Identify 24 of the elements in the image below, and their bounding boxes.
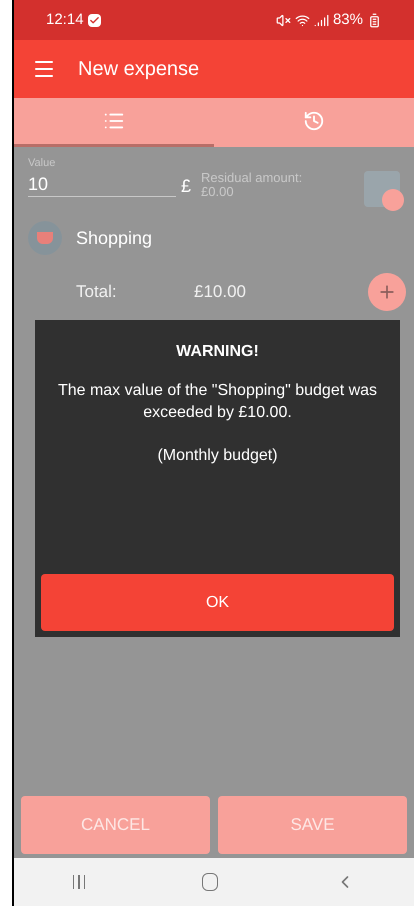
notification-check-icon	[88, 14, 101, 26]
ok-button[interactable]: OK	[41, 574, 394, 631]
history-icon	[303, 110, 325, 132]
dialog-title: WARNING!	[176, 342, 259, 362]
cancel-button[interactable]: CANCEL	[21, 796, 210, 854]
total-label: Total:	[76, 281, 118, 304]
save-button[interactable]: SAVE	[218, 796, 407, 854]
wifi-icon	[294, 12, 310, 28]
value-text: 10	[28, 172, 50, 196]
currency-symbol: £	[181, 175, 192, 198]
toolbar-title: New expense	[78, 57, 200, 82]
status-time: 12:14	[46, 10, 84, 30]
battery-percent: 83%	[332, 10, 363, 30]
dialog-note: (Monthly budget)	[157, 446, 278, 466]
home-icon[interactable]	[202, 873, 218, 891]
recent-apps-icon[interactable]	[72, 875, 86, 889]
add-button[interactable]	[368, 273, 406, 311]
dialog-message: The max value of the "Shopping" budget was exceeded by £10.00.	[56, 381, 378, 423]
total-value: £10.00	[194, 281, 246, 304]
battery-icon	[367, 12, 382, 28]
category-name: Shopping	[76, 226, 152, 250]
mute-icon	[276, 12, 291, 28]
signal-icon	[314, 12, 329, 28]
shopping-basket-icon	[28, 221, 62, 255]
